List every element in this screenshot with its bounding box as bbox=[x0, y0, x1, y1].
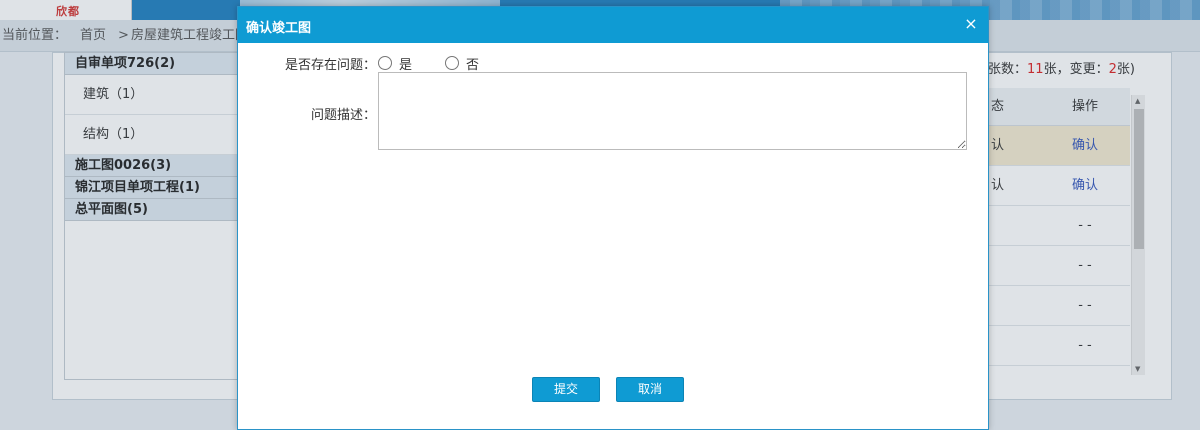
radio-yes[interactable]: 是 bbox=[378, 53, 438, 73]
radio-circle[interactable] bbox=[378, 56, 392, 70]
issue-description-textarea[interactable] bbox=[378, 72, 967, 150]
radio-circle[interactable] bbox=[445, 56, 459, 70]
page: 欣都 当前位置： 首页 > 房屋建筑工程竣工图 自审单项726(2) 建筑（1）… bbox=[0, 0, 1200, 430]
submit-button[interactable]: 提交 bbox=[532, 377, 600, 402]
radio-yes-label[interactable]: 是 bbox=[399, 54, 412, 73]
cancel-button[interactable]: 取消 bbox=[616, 377, 684, 402]
radio-no[interactable]: 否 bbox=[445, 53, 505, 73]
description-label: 问题描述： bbox=[311, 108, 377, 123]
dialog-title: 确认竣工图 bbox=[246, 21, 312, 36]
confirm-drawing-dialog: 确认竣工图 × 是否存在问题： 是 否 问题描述： 提交 取消 bbox=[237, 6, 989, 430]
radio-no-label[interactable]: 否 bbox=[466, 54, 479, 73]
has-issue-label: 是否存在问题： bbox=[285, 58, 377, 73]
close-icon[interactable]: × bbox=[962, 14, 980, 34]
dialog-header: 确认竣工图 × bbox=[238, 7, 988, 43]
